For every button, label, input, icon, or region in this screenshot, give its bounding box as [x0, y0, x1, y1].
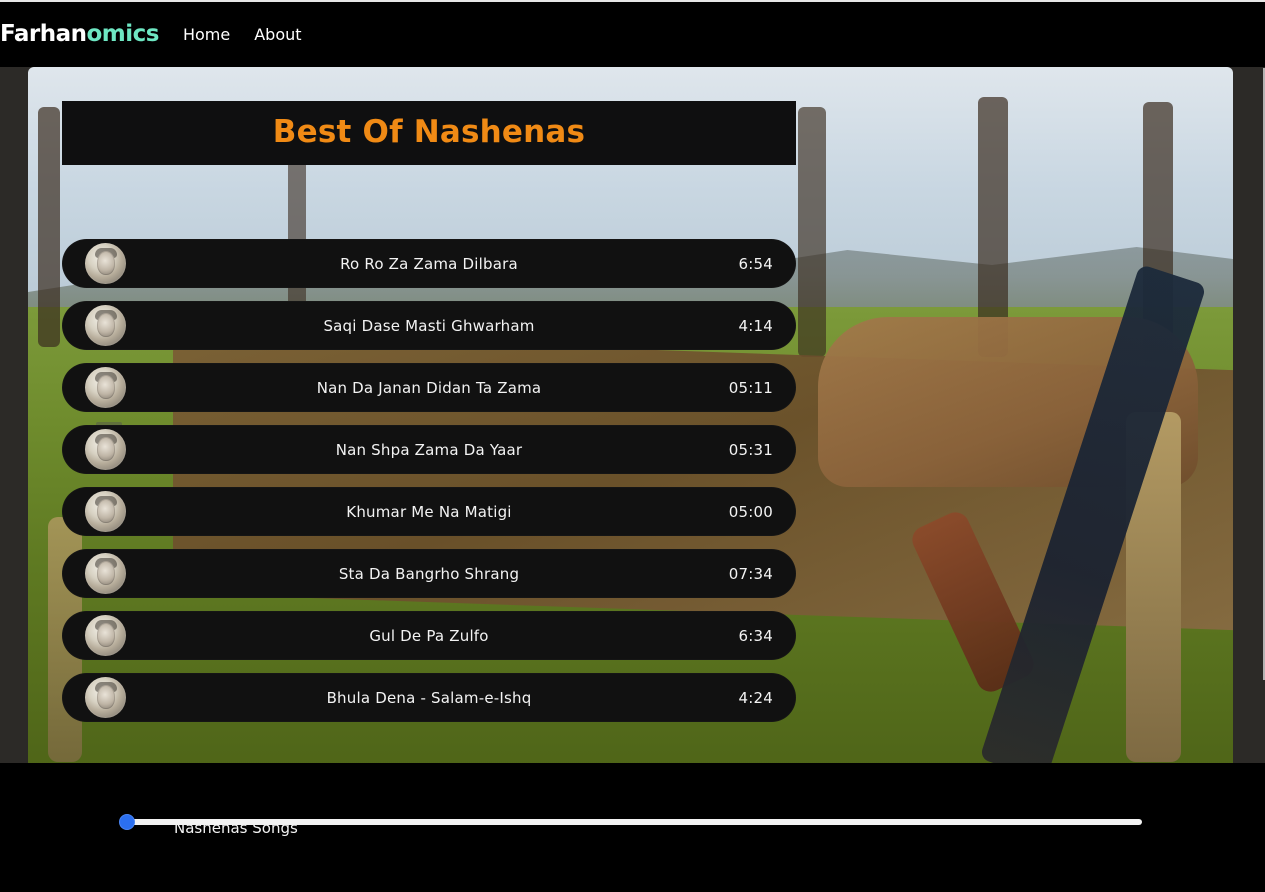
page-title: Best Of Nashenas	[272, 114, 586, 150]
track-item[interactable]: Ro Ro Za Zama Dilbara 6:54	[62, 239, 796, 288]
track-title: Khumar Me Na Matigi	[346, 502, 512, 521]
track-item[interactable]: Gul De Pa Zulfo 6:34	[62, 611, 796, 660]
seek-thumb[interactable]	[119, 814, 135, 830]
brand-part-2: omics	[86, 21, 160, 47]
nav-about-link[interactable]: About	[254, 25, 301, 44]
tree-trunk	[798, 107, 826, 357]
track-duration: 07:34	[728, 564, 773, 583]
track-item[interactable]: Khumar Me Na Matigi 05:00	[62, 487, 796, 536]
tree-trunk	[38, 107, 60, 347]
track-list: Ro Ro Za Zama Dilbara 6:54 Saqi Dase Mas…	[62, 239, 796, 735]
track-duration: 05:31	[728, 440, 773, 459]
track-title: Gul De Pa Zulfo	[369, 626, 489, 645]
track-item[interactable]: Nan Shpa Zama Da Yaar 05:31	[62, 425, 796, 474]
track-item[interactable]: Sta Da Bangrho Shrang 07:34	[62, 549, 796, 598]
track-duration: 4:24	[738, 688, 773, 707]
brand-part-1: Farhan	[0, 21, 87, 47]
track-duration: 4:14	[738, 316, 773, 335]
track-item[interactable]: Nan Da Janan Didan Ta Zama 05:11	[62, 363, 796, 412]
track-title: Sta Da Bangrho Shrang	[338, 564, 520, 583]
track-title: Saqi Dase Masti Ghwarham	[323, 316, 535, 335]
navbar: Farhanomics Home About	[0, 2, 1265, 67]
track-duration: 6:34	[738, 626, 773, 645]
track-duration: 05:00	[728, 502, 773, 521]
track-item[interactable]: Bhula Dena - Salam-e-Ishq 4:24	[62, 673, 796, 722]
track-title: Nan Shpa Zama Da Yaar	[335, 440, 523, 459]
brand-logo[interactable]: Farhanomics	[0, 23, 159, 46]
track-duration: 05:11	[728, 378, 773, 397]
track-duration: 6:54	[738, 254, 773, 273]
track-title: Bhula Dena - Salam-e-Ishq	[326, 688, 532, 707]
track-title: Nan Da Janan Didan Ta Zama	[316, 378, 542, 397]
now-playing-text: Nashenas Songs	[174, 819, 298, 837]
track-title: Ro Ro Za Zama Dilbara	[340, 254, 518, 273]
track-item[interactable]: Saqi Dase Masti Ghwarham 4:14	[62, 301, 796, 350]
nav-home-link[interactable]: Home	[183, 25, 230, 44]
playlist-header: Best Of Nashenas	[62, 101, 796, 165]
